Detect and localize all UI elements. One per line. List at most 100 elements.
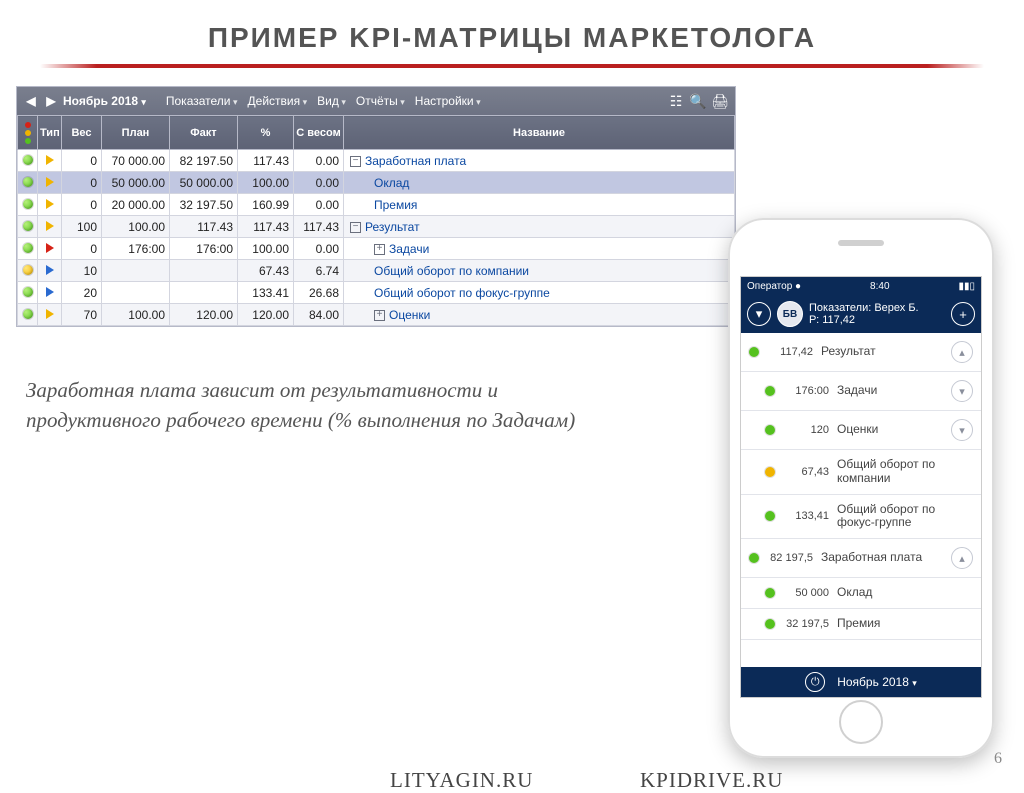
avatar[interactable]: БВ [777, 301, 803, 327]
cell-weight: 0 [62, 150, 102, 172]
phone-list-item[interactable]: 50 000Оклад [741, 578, 981, 609]
add-button[interactable]: + [951, 302, 975, 326]
phone-list[interactable]: 117,42Результат▴176:00Задачи▾ 120 Оценки ▾ 6… [741, 333, 981, 667]
cell-weight: 0 [62, 238, 102, 260]
grid-icon[interactable]: ☷ [667, 93, 685, 110]
month-label: Ноябрь 2018 [63, 94, 138, 108]
cell-name: Премия [344, 194, 735, 216]
item-value: 120 [783, 424, 829, 436]
kpi-app: ◀ ▶ Ноябрь 2018 ▾ Показатели Действия Ви… [16, 86, 736, 327]
cell-weight: 10 [62, 260, 102, 282]
table-row[interactable]: 020 000.0032 197.50160.990.00Премия [18, 194, 735, 216]
expand-icon[interactable]: + [374, 310, 385, 321]
col-plan[interactable]: План [102, 116, 170, 150]
status-dot [23, 309, 33, 319]
cell-plan: 100.00 [102, 216, 170, 238]
cell-fact: 50 000.00 [170, 172, 238, 194]
cell-plan [102, 260, 170, 282]
prev-month-button[interactable]: ◀ [23, 92, 39, 110]
chevron-icon[interactable]: ▴ [951, 547, 973, 569]
item-name: Оценки [837, 423, 943, 437]
cell-percent: 117.43 [238, 150, 294, 172]
cell-percent: 133.41 [238, 282, 294, 304]
item-value: 50 000 [783, 587, 829, 599]
cell-name: Общий оборот по фокус-группе [344, 282, 735, 304]
cell-weight: 100 [62, 216, 102, 238]
print-icon[interactable]: 🖨 [711, 93, 729, 110]
chevron-icon[interactable]: ▾ [951, 419, 973, 441]
cell-fact [170, 282, 238, 304]
collapse-icon[interactable]: − [350, 222, 361, 233]
cell-weighted: 117.43 [294, 216, 344, 238]
status-dot [765, 511, 775, 521]
footer-power-button[interactable]: ⏻ [805, 672, 825, 692]
next-month-button[interactable]: ▶ [43, 92, 59, 110]
item-value: 82 197,5 [767, 552, 813, 564]
battery-icon: ▮▮▯ [958, 281, 975, 292]
phone-list-item[interactable]: 67,43Общий оборот по компании [741, 450, 981, 495]
appbar-title-line1: Показатели: Верех Б. [809, 302, 919, 314]
col-percent[interactable]: % [238, 116, 294, 150]
appbar-title: Показатели: Верех Б. Р: 117,42 [809, 302, 945, 326]
table-row[interactable]: 100100.00117.43117.43117.43−Результат [18, 216, 735, 238]
status-dot [749, 347, 759, 357]
chevron-icon[interactable]: ▴ [951, 341, 973, 363]
phone-list-item[interactable]: 176:00Задачи▾ [741, 372, 981, 411]
search-icon[interactable]: 🔍 [689, 93, 707, 110]
link-lityagin: LITYAGIN.RU [390, 768, 533, 793]
phone-list-item[interactable]: 117,42Результат▴ [741, 333, 981, 372]
cell-percent: 160.99 [238, 194, 294, 216]
phone-appbar: ▾ БВ Показатели: Верех Б. Р: 117,42 + [741, 295, 981, 333]
cell-percent: 100.00 [238, 238, 294, 260]
col-type[interactable]: Тип [38, 116, 62, 150]
cell-fact: 176:00 [170, 238, 238, 260]
item-value: 117,42 [767, 346, 813, 358]
collapse-icon[interactable]: − [350, 156, 361, 167]
status-dot [23, 265, 33, 275]
menu-reports[interactable]: Отчёты [356, 94, 405, 108]
expand-icon[interactable]: + [374, 244, 385, 255]
menu-indicators[interactable]: Показатели [166, 94, 238, 108]
type-icon [46, 155, 54, 165]
phone-list-item[interactable]: 82 197,5Заработная плата▴ [741, 539, 981, 578]
cell-plan: 20 000.00 [102, 194, 170, 216]
table-row[interactable]: 70100.00120.00120.0084.00+Оценки [18, 304, 735, 326]
col-fact[interactable]: Факт [170, 116, 238, 150]
type-icon [46, 265, 54, 275]
item-value: 67,43 [783, 466, 829, 478]
col-name[interactable]: Название [344, 116, 735, 150]
table-row[interactable]: 0176:00176:00100.000.00+Задачи [18, 238, 735, 260]
menu-settings[interactable]: Настройки [415, 94, 481, 108]
type-icon [46, 243, 54, 253]
table-row[interactable]: 20133.4126.68Общий оборот по фокус-групп… [18, 282, 735, 304]
slide-title: ПРИМЕР KPI-МАТРИЦЫ МАРКЕТОЛОГА [0, 22, 1024, 54]
type-icon [46, 177, 54, 187]
cell-weighted: 0.00 [294, 150, 344, 172]
chevron-icon[interactable]: ▾ [951, 380, 973, 402]
col-status[interactable] [18, 116, 38, 150]
table-row[interactable]: 1067.436.74Общий оборот по компании [18, 260, 735, 282]
col-weighted[interactable]: С весом [294, 116, 344, 150]
phone-list-item[interactable]: 120 Оценки ▾ [741, 411, 981, 450]
cell-weighted: 26.68 [294, 282, 344, 304]
cell-name: Общий оборот по компании [344, 260, 735, 282]
table-row[interactable]: 050 000.0050 000.00100.000.00Оклад [18, 172, 735, 194]
phone-list-item[interactable]: 32 197,5Премия [741, 609, 981, 640]
item-name: Общий оборот по фокус-группе [837, 503, 973, 531]
cell-plan: 70 000.00 [102, 150, 170, 172]
status-dot [765, 425, 775, 435]
col-weight[interactable]: Вес [62, 116, 102, 150]
menu-actions[interactable]: Действия [248, 94, 308, 108]
cell-weighted: 0.00 [294, 172, 344, 194]
status-dot [765, 619, 775, 629]
cell-plan: 176:00 [102, 238, 170, 260]
footer-month-picker[interactable]: Ноябрь 2018 ▾ [837, 675, 917, 689]
phone-list-item[interactable]: 133,41Общий оборот по фокус-группе [741, 495, 981, 540]
status-dot [23, 199, 33, 209]
month-picker[interactable]: Ноябрь 2018 ▾ [63, 94, 146, 108]
table-row[interactable]: 070 000.0082 197.50117.430.00−Заработная… [18, 150, 735, 172]
menu-view[interactable]: Вид [317, 94, 346, 108]
dropdown-button[interactable]: ▾ [747, 302, 771, 326]
status-dot [23, 155, 33, 165]
slide-caption: Заработная плата зависит от результативн… [26, 375, 586, 436]
